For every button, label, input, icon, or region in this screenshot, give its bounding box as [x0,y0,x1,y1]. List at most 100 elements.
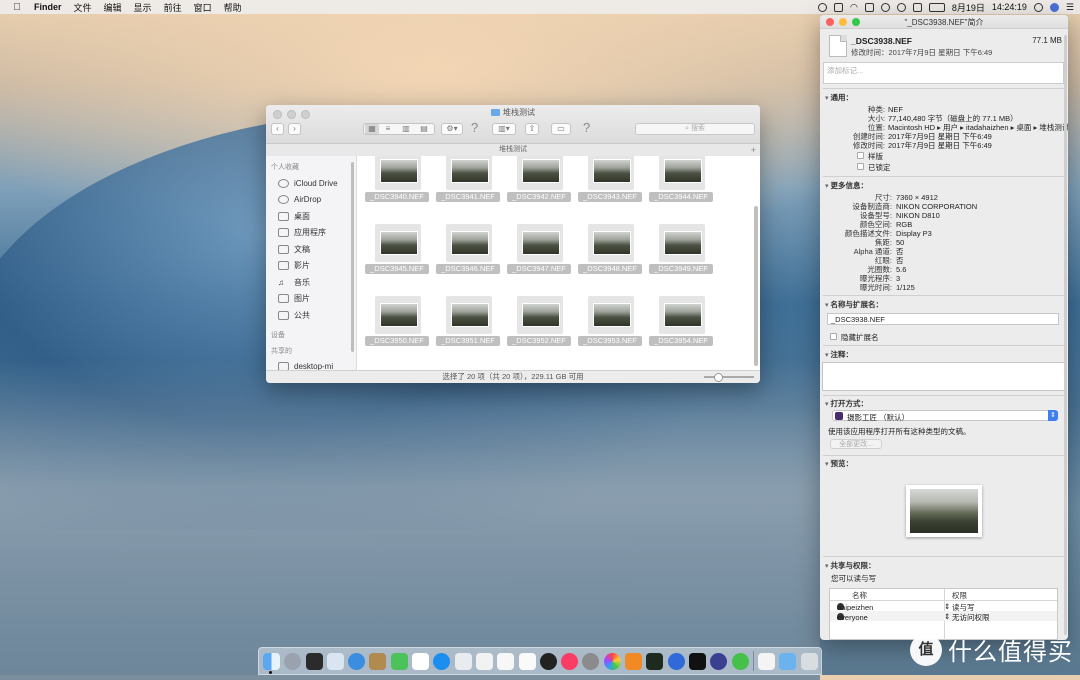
file-item[interactable]: _DSC3941.NEF [436,156,507,202]
preview-section-header[interactable]: 预览： [825,458,853,469]
file-item[interactable]: _DSC3953.NEF [578,296,649,346]
perm-privilege[interactable]: 无访问权限 [952,612,990,623]
tag-icon[interactable]: ▭ [551,123,571,135]
col-privilege[interactable]: 权限 [952,590,967,601]
sharing-section-header[interactable]: 共享与权限： [825,560,875,571]
open-with-section-header[interactable]: 打开方式： [825,398,868,409]
document-stack-dock-icon[interactable] [758,652,776,670]
siri-icon[interactable] [1049,2,1059,12]
file-item[interactable]: _DSC3943.NEF [578,156,649,202]
downloads-folder-dock-icon[interactable] [779,652,797,670]
more-info-section-header[interactable]: 更多信息： [825,180,868,191]
stationery-checkbox[interactable] [857,152,864,159]
sidebar-item-pictures[interactable]: 图片 [266,291,356,308]
calendar-dock-icon[interactable] [412,652,430,670]
mission-control-dock-icon[interactable] [305,652,323,670]
file-item[interactable]: _DSC3951.NEF [436,296,507,346]
file-item[interactable]: _DSC3950.NEF [365,296,436,346]
file-item[interactable]: _DSC3940.NEF [365,156,436,202]
sidebar-scrollbar[interactable] [351,162,354,352]
preview-dock-icon[interactable] [326,652,344,670]
arrange-icon[interactable]: ▥▾ [492,123,516,135]
share-icon[interactable]: ⇧ [525,123,539,135]
change-all-button[interactable]: 全部更改... [830,439,882,449]
time-machine-icon[interactable] [817,2,827,12]
menu-window[interactable]: 窗口 [194,1,212,14]
tags-input[interactable]: 添加标记... [823,62,1064,84]
stickies-dock-icon[interactable] [518,652,536,670]
app-store-dock-icon[interactable] [433,652,451,670]
gallery-view-icon[interactable]: ▤ [415,124,433,134]
file-item[interactable]: _DSC3947.NEF [507,224,578,274]
sidebar-item-desktop[interactable]: 桌面 [266,208,356,225]
content-scrollbar[interactable] [754,206,758,366]
file-item[interactable]: _DSC3949.NEF [649,224,720,274]
icon-view-icon[interactable]: ▦ [365,124,379,134]
wifi-icon[interactable]: ◠ [850,2,858,13]
finder-dock-icon[interactable] [263,652,280,670]
menu-app-finder[interactable]: Finder [34,2,62,12]
menu-help[interactable]: 帮助 [224,1,242,14]
status-icon-1[interactable] [833,2,843,12]
tab-title[interactable]: 堆栈测试 [499,146,527,153]
general-section-header[interactable]: 通用： [825,92,853,103]
new-tab-icon[interactable]: + [751,144,756,156]
activity-monitor-dock-icon[interactable] [646,652,664,670]
file-item[interactable]: _DSC3952.NEF [507,296,578,346]
search-input[interactable]: ⌕ 搜索 [635,123,755,135]
action-gear-icon[interactable]: ⚙▾ [441,123,463,135]
info-scrollbar[interactable] [1064,35,1067,635]
table-row[interactable]: daipeizhen（本用户） ⇕ 读与写 [830,601,1057,622]
sidebar-item-movies[interactable]: 影片 [266,258,356,275]
notes-dock-icon[interactable] [475,652,493,670]
trash-dock-icon[interactable] [800,652,818,670]
sidebar-item-public[interactable]: 公共 [266,307,356,324]
terminal-dock-icon[interactable] [688,652,706,670]
locked-checkbox[interactable] [857,163,864,170]
battery-icon[interactable] [928,2,945,12]
icon-size-slider[interactable] [704,373,754,382]
music-dock-icon[interactable] [561,652,579,670]
back-button[interactable]: ‹ [271,123,284,135]
messages-dock-icon[interactable] [390,652,408,670]
launchpad-dock-icon[interactable] [284,652,302,670]
menu-file[interactable]: 文件 [74,1,92,14]
system-preferences-dock-icon[interactable] [582,652,600,670]
siri-dock-icon[interactable] [710,652,728,670]
sidebar-item-icloud[interactable]: iCloud Drive [266,175,356,192]
apple-menu-icon[interactable]:  [8,2,26,13]
sidebar-item-documents[interactable]: 文稿 [266,241,356,258]
photos-dock-icon[interactable] [603,652,621,670]
table-row[interactable]: everyone ⇕ 无访问权限 [830,611,1057,623]
spotlight-icon[interactable] [1033,2,1043,12]
comments-textarea[interactable] [822,362,1065,391]
wechat-dock-icon[interactable] [731,652,749,670]
priv-stepper-icon[interactable]: ⇕ [944,602,950,611]
books-dock-icon[interactable] [625,652,643,670]
sidebar-item-applications[interactable]: 应用程序 [266,225,356,242]
comments-section-header[interactable]: 注释： [825,349,853,360]
quicktime-dock-icon[interactable] [667,652,685,670]
column-view-icon[interactable]: ▥ [397,124,415,134]
sidebar-item-music[interactable]: ♫ 音乐 [266,274,356,291]
file-item[interactable]: _DSC3954.NEF [649,296,720,346]
hide-extension-checkbox[interactable] [830,333,837,340]
help-icon[interactable]: ? [471,120,478,135]
name-ext-section-header[interactable]: 名称与扩展名： [825,299,883,310]
menu-view[interactable]: 显示 [134,1,152,14]
view-mode-control[interactable]: ▦ ≡ ▥ ▤ [363,123,435,135]
menubar-time[interactable]: 14:24:19 [992,2,1027,12]
file-item[interactable]: _DSC3946.NEF [436,224,507,274]
safari-dock-icon[interactable] [348,652,366,670]
menu-go[interactable]: 前往 [164,1,182,14]
contacts-dock-icon[interactable] [369,652,387,670]
help-icon-2[interactable]: ? [583,120,590,135]
document-dock-icon[interactable] [497,652,515,670]
status-icon-2[interactable] [880,2,890,12]
forward-button[interactable]: › [288,123,301,135]
sidebar-item-airdrop[interactable]: AirDrop [266,192,356,209]
col-name[interactable]: 名称 [852,590,867,601]
textedit-dock-icon[interactable] [454,652,472,670]
shield-icon[interactable] [864,2,874,12]
file-item[interactable]: _DSC3942.NEF [507,156,578,202]
